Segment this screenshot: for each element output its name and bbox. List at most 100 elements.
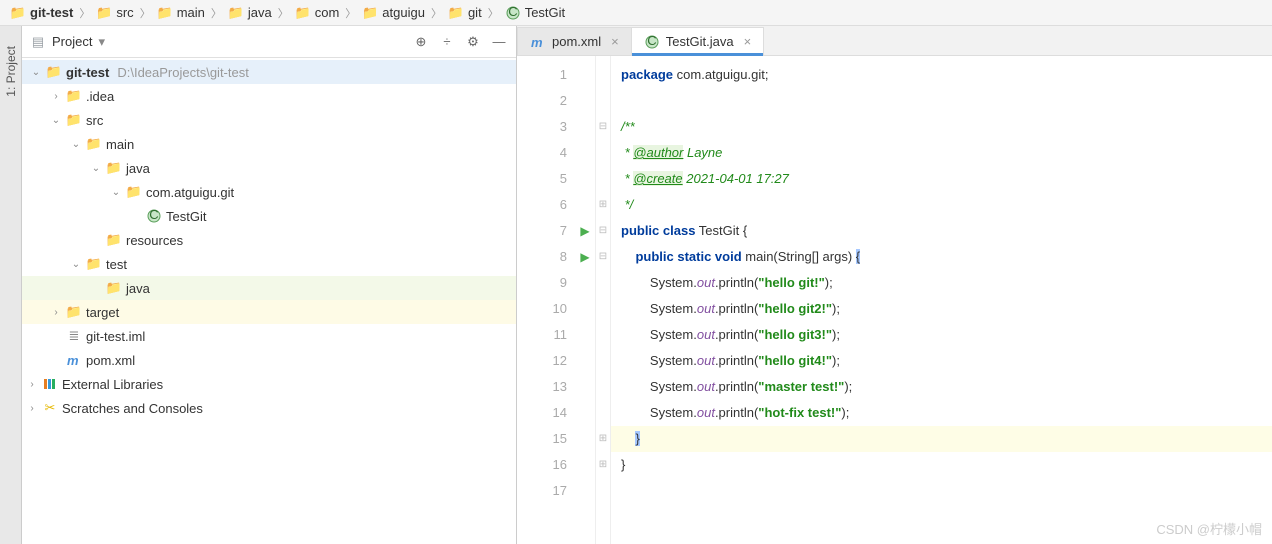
tree-twisty[interactable]: ⌄ <box>30 67 42 78</box>
chevron-right-icon: 〉 <box>431 5 442 21</box>
folder-icon: 📁 <box>86 137 102 151</box>
tree-row[interactable]: ⌄📁git-testD:\IdeaProjects\git-test <box>22 60 516 84</box>
tree-label: src <box>86 113 103 128</box>
run-gutter[interactable]: ▶▶ <box>575 56 595 544</box>
breadcrumb-item[interactable]: 📁main <box>153 5 209 20</box>
fold-icon[interactable]: ⊞ <box>596 452 610 478</box>
code-line[interactable] <box>621 88 1272 114</box>
code-line[interactable]: * @author Layne <box>621 140 1272 166</box>
tree-row[interactable]: ⌄📁test <box>22 252 516 276</box>
code-line[interactable]: System.out.println("hot-fix test!"); <box>621 400 1272 426</box>
expand-icon[interactable]: ÷ <box>438 34 456 49</box>
tree-twisty[interactable]: › <box>50 91 62 102</box>
code-line[interactable]: System.out.println("master test!"); <box>621 374 1272 400</box>
breadcrumb-item[interactable]: 📁git-test <box>6 5 77 20</box>
tree-row[interactable]: 📁resources <box>22 228 516 252</box>
tree-row[interactable]: ›📁target <box>22 300 516 324</box>
folder-icon: 📁 <box>295 6 311 20</box>
tree-label: java <box>126 281 150 296</box>
tree-row[interactable]: ›📁.idea <box>22 84 516 108</box>
tree-row[interactable]: ⌄📁main <box>22 132 516 156</box>
code-line[interactable]: public class TestGit { <box>621 218 1272 244</box>
tree-row[interactable]: ⌄📁src <box>22 108 516 132</box>
code-area[interactable]: 1234567891011121314151617 ▶▶ ⊟⊞⊟⊟⊞⊞ pack… <box>517 56 1272 544</box>
tree-row[interactable]: CTestGit <box>22 204 516 228</box>
fold-icon[interactable]: ⊞ <box>596 426 610 452</box>
run-icon[interactable]: ▶ <box>575 218 595 244</box>
locate-icon[interactable]: ⊕ <box>412 34 430 50</box>
tree-path: D:\IdeaProjects\git-test <box>117 65 249 80</box>
editor-tab[interactable]: CTestGit.java× <box>631 27 765 55</box>
tree-label: .idea <box>86 89 114 104</box>
tree-row[interactable]: ≣git-test.iml <box>22 324 516 348</box>
folder-icon: 📁 <box>10 6 26 20</box>
project-tree[interactable]: ⌄📁git-testD:\IdeaProjects\git-test›📁.ide… <box>22 58 516 544</box>
tree-twisty[interactable]: ⌄ <box>70 259 82 270</box>
folder-icon: 📁 <box>106 161 122 175</box>
breadcrumb-label: TestGit <box>525 5 565 20</box>
breadcrumb-item[interactable]: 📁src <box>92 5 137 20</box>
code-line[interactable]: */ <box>621 192 1272 218</box>
tree-twisty[interactable]: › <box>26 379 38 390</box>
code-line[interactable] <box>621 478 1272 504</box>
code-line[interactable]: } <box>611 426 1272 452</box>
breadcrumb-item[interactable]: 📁atguigu <box>358 5 429 20</box>
tree-twisty[interactable]: ⌄ <box>90 163 102 174</box>
code-line[interactable]: System.out.println("hello git2!"); <box>621 296 1272 322</box>
tree-twisty[interactable]: ⌄ <box>110 187 122 198</box>
code-line[interactable]: } <box>621 452 1272 478</box>
tree-row[interactable]: ⌄📁com.atguigu.git <box>22 180 516 204</box>
class-icon: C <box>146 209 162 223</box>
tree-twisty[interactable]: ⌄ <box>70 139 82 150</box>
tree-twisty[interactable]: › <box>50 307 62 318</box>
svg-text:C: C <box>647 35 656 48</box>
folder-icon: 📁 <box>448 6 464 20</box>
line-number: 3 <box>517 114 567 140</box>
folder-icon: 📁 <box>106 281 122 295</box>
line-gutter: 1234567891011121314151617 <box>517 56 575 544</box>
folder-icon: 📁 <box>86 257 102 271</box>
code-line[interactable]: public static void main(String[] args) { <box>621 244 1272 270</box>
tree-label: Scratches and Consoles <box>62 401 203 416</box>
gear-icon[interactable]: ⚙ <box>464 34 482 50</box>
hide-icon[interactable]: — <box>490 34 508 49</box>
code-line[interactable]: System.out.println("hello git3!"); <box>621 322 1272 348</box>
tree-twisty[interactable]: ⌄ <box>50 115 62 126</box>
folder-icon: 📁 <box>106 233 122 247</box>
folder-icon: 📁 <box>157 6 173 20</box>
dropdown-icon[interactable]: ▾ <box>98 34 105 50</box>
tree-twisty[interactable]: › <box>26 403 38 414</box>
tree-row[interactable]: mpom.xml <box>22 348 516 372</box>
scratch-icon: ✂ <box>42 401 58 415</box>
close-icon[interactable]: × <box>744 34 752 49</box>
folder-icon: 📁 <box>362 6 378 20</box>
breadcrumb-item[interactable]: 📁 com <box>291 5 344 20</box>
fold-icon[interactable]: ⊟ <box>596 218 610 244</box>
code-line[interactable]: * @create 2021-04-01 17:27 <box>621 166 1272 192</box>
fold-icon[interactable]: ⊞ <box>596 192 610 218</box>
close-icon[interactable]: × <box>611 34 619 49</box>
code-line[interactable]: System.out.println("hello git4!"); <box>621 348 1272 374</box>
fold-gutter[interactable]: ⊟⊞⊟⊟⊞⊞ <box>595 56 611 544</box>
fold-icon[interactable]: ⊟ <box>596 244 610 270</box>
fold-icon[interactable]: ⊟ <box>596 114 610 140</box>
breadcrumb-item[interactable]: 📁 java <box>224 5 276 20</box>
line-number: 1 <box>517 62 567 88</box>
tree-row[interactable]: › ✂ Scratches and Consoles <box>22 396 516 420</box>
breadcrumb-item[interactable]: 📁git <box>444 5 486 20</box>
breadcrumb-label: com <box>315 5 340 20</box>
run-icon[interactable]: ▶ <box>575 244 595 270</box>
tree-row[interactable]: ›External Libraries <box>22 372 516 396</box>
code-line[interactable]: /** <box>621 114 1272 140</box>
project-tool-tab[interactable]: 1: Project <box>4 46 18 97</box>
tree-row[interactable]: ⌄📁java <box>22 156 516 180</box>
code-content[interactable]: package com.atguigu.git; /** * @author L… <box>611 56 1272 544</box>
breadcrumb-item[interactable]: CTestGit <box>501 5 569 20</box>
line-number: 17 <box>517 478 567 504</box>
editor-tab[interactable]: mpom.xml× <box>517 27 632 55</box>
code-line[interactable]: package com.atguigu.git; <box>621 62 1272 88</box>
code-line[interactable]: System.out.println("hello git!"); <box>621 270 1272 296</box>
breadcrumb-label: java <box>248 5 272 20</box>
folder-icon: 📁 <box>228 6 244 20</box>
tree-row[interactable]: 📁 java <box>22 276 516 300</box>
